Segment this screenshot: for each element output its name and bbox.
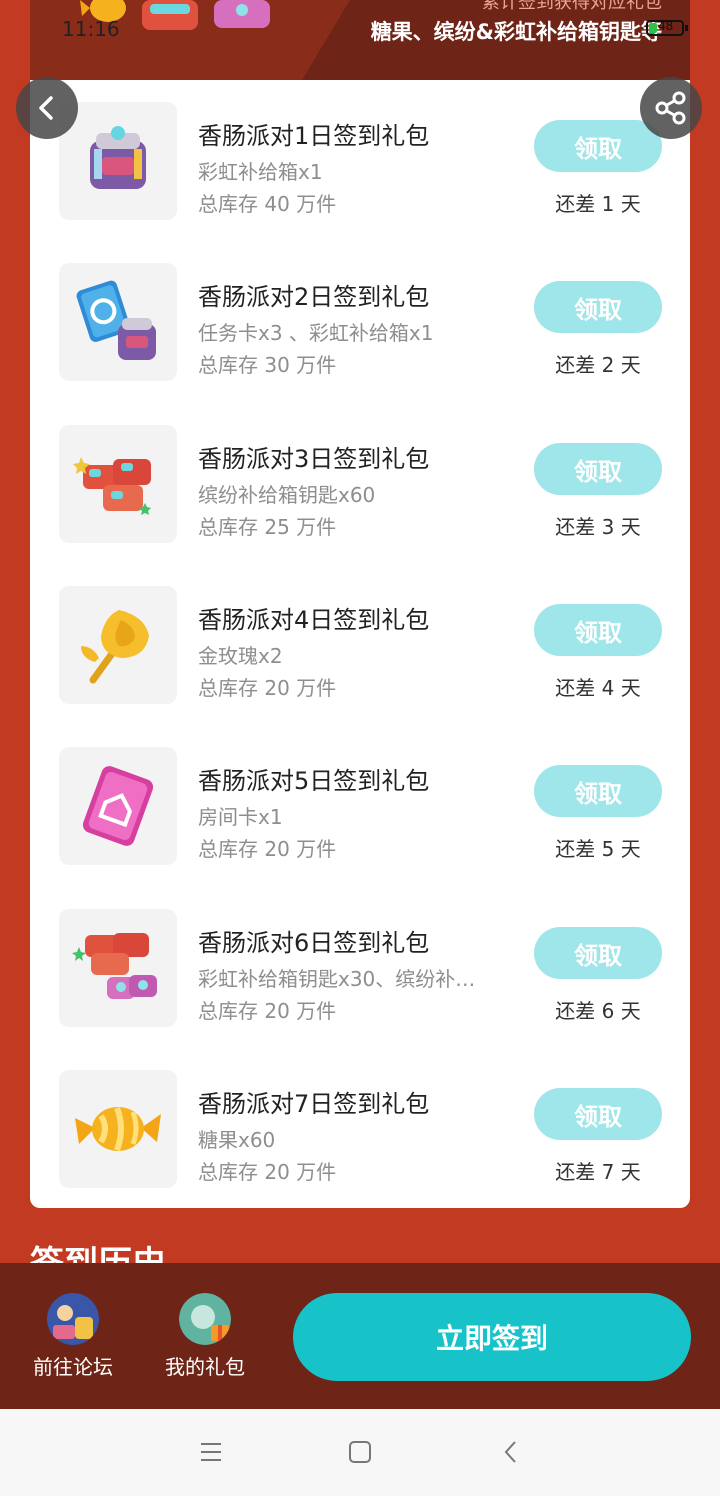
gift-thumbnail xyxy=(59,586,177,704)
gift-stock: 总库存 20 万件 xyxy=(198,1160,337,1184)
gift-list-card: 香肠派对1日签到礼包 彩虹补给箱x1 总库存 40 万件 领取 还差 1 天 香… xyxy=(30,80,690,1208)
gift-stock: 总库存 40 万件 xyxy=(198,192,337,216)
claim-button[interactable]: 领取 xyxy=(534,604,662,656)
bottom-action-bar: 前往论坛 我的礼包 立即签到 xyxy=(0,1263,720,1409)
gift-stock: 总库存 20 万件 xyxy=(198,676,337,700)
gift-description: 房间卡x1 xyxy=(198,805,283,829)
mission-card-icon xyxy=(76,280,156,360)
gift-row-day2: 香肠派对2日签到礼包 任务卡x3 、彩虹补给箱x1 总库存 30 万件 领取 还… xyxy=(30,263,690,381)
banner-title: 糖果、缤纷&彩虹补给箱钥匙等 xyxy=(370,20,662,44)
sign-in-history-heading: 签到历史 xyxy=(30,1244,166,1266)
back-arrow-icon xyxy=(39,96,53,120)
days-remaining: 还差 5 天 xyxy=(555,837,641,861)
room-card-icon xyxy=(82,766,154,846)
home-nav-button[interactable] xyxy=(340,1437,380,1467)
home-square-icon xyxy=(349,1441,371,1463)
forum-link[interactable]: 前往论坛 xyxy=(18,1293,128,1380)
gift-title: 香肠派对7日签到礼包 xyxy=(198,1090,430,1118)
candy-icon xyxy=(75,1106,161,1152)
share-button[interactable] xyxy=(640,77,702,139)
gift-thumbnail xyxy=(59,263,177,381)
gift-stock: 总库存 30 万件 xyxy=(198,353,337,377)
menu-icon xyxy=(201,1443,221,1461)
rainbow-crate-icon xyxy=(90,126,146,189)
gift-title: 香肠派对4日签到礼包 xyxy=(198,606,430,634)
back-button[interactable] xyxy=(16,77,78,139)
gift-stock: 总库存 20 万件 xyxy=(198,837,337,861)
menu-nav-button[interactable] xyxy=(191,1437,231,1467)
gift-stock: 总库存 25 万件 xyxy=(198,515,337,539)
gift-description: 彩虹补给箱钥匙x30、缤纷补… xyxy=(198,967,476,991)
gift-description: 任务卡x3 、彩虹补给箱x1 xyxy=(198,321,434,345)
gift-description: 金玫瑰x2 xyxy=(198,644,283,668)
gift-row-day6: 香肠派对6日签到礼包 彩虹补给箱钥匙x30、缤纷补… 总库存 20 万件 领取 … xyxy=(30,909,690,1027)
gift-row-day5: 香肠派对5日签到礼包 房间卡x1 总库存 20 万件 领取 还差 5 天 xyxy=(30,747,690,865)
crates-decoration-icon xyxy=(142,0,270,30)
gift-row-day1: 香肠派对1日签到礼包 彩虹补给箱x1 总库存 40 万件 领取 还差 1 天 xyxy=(30,102,690,220)
claim-button[interactable]: 领取 xyxy=(534,443,662,495)
gift-thumbnail xyxy=(59,747,177,865)
share-icon xyxy=(655,91,686,125)
claim-button[interactable]: 领取 xyxy=(534,281,662,333)
gift-thumbnail xyxy=(59,909,177,1027)
my-gifts-icon xyxy=(179,1293,231,1345)
gift-thumbnail xyxy=(59,425,177,543)
gift-row-day4: 香肠派对4日签到礼包 金玫瑰x2 总库存 20 万件 领取 还差 4 天 xyxy=(30,586,690,704)
claim-button[interactable]: 领取 xyxy=(534,1088,662,1140)
claim-button[interactable]: 领取 xyxy=(534,927,662,979)
gift-title: 香肠派对5日签到礼包 xyxy=(198,767,430,795)
days-remaining: 还差 4 天 xyxy=(555,676,641,700)
gift-thumbnail xyxy=(59,1070,177,1188)
my-gifts-label: 我的礼包 xyxy=(165,1355,245,1379)
gift-title: 香肠派对2日签到礼包 xyxy=(198,283,430,311)
chevron-left-icon xyxy=(504,1441,516,1463)
gift-description: 缤纷补给箱钥匙x60 xyxy=(198,483,376,507)
claim-button[interactable]: 领取 xyxy=(534,120,662,172)
colorful-key-icon xyxy=(73,457,151,515)
days-remaining: 还差 1 天 xyxy=(555,192,641,216)
my-gifts-link[interactable]: 我的礼包 xyxy=(150,1293,260,1380)
gift-title: 香肠派对1日签到礼包 xyxy=(198,122,430,150)
claim-button[interactable]: 领取 xyxy=(534,765,662,817)
back-nav-button[interactable] xyxy=(491,1437,531,1467)
forum-app-icon xyxy=(47,1293,99,1345)
golden-rose-icon xyxy=(81,610,149,684)
gift-row-day7: 香肠派对7日签到礼包 糖果x60 总库存 20 万件 领取 还差 7 天 xyxy=(30,1070,690,1188)
gift-title: 香肠派对3日签到礼包 xyxy=(198,445,430,473)
gift-description: 糖果x60 xyxy=(198,1128,276,1152)
days-remaining: 还差 7 天 xyxy=(555,1160,641,1184)
gift-title: 香肠派对6日签到礼包 xyxy=(198,929,430,957)
system-navigation-bar xyxy=(0,1409,720,1496)
key-bundle-icon xyxy=(72,933,157,999)
gift-thumbnail xyxy=(59,102,177,220)
gift-stock: 总库存 20 万件 xyxy=(198,999,337,1023)
sign-in-now-button[interactable]: 立即签到 xyxy=(293,1293,691,1381)
days-remaining: 还差 6 天 xyxy=(555,999,641,1023)
days-remaining: 还差 3 天 xyxy=(555,515,641,539)
battery-tip xyxy=(685,25,688,31)
forum-label: 前往论坛 xyxy=(33,1355,113,1379)
gift-row-day3: 香肠派对3日签到礼包 缤纷补给箱钥匙x60 总库存 25 万件 领取 还差 3 … xyxy=(30,425,690,543)
banner-subtitle: 累计签到获得对应礼包 xyxy=(482,0,662,13)
battery-level: 48 xyxy=(658,19,674,33)
status-bar-time: 11:16 xyxy=(62,17,120,41)
days-remaining: 还差 2 天 xyxy=(555,353,641,377)
battery-icon: 48 xyxy=(646,19,684,36)
gift-description: 彩虹补给箱x1 xyxy=(198,160,323,184)
